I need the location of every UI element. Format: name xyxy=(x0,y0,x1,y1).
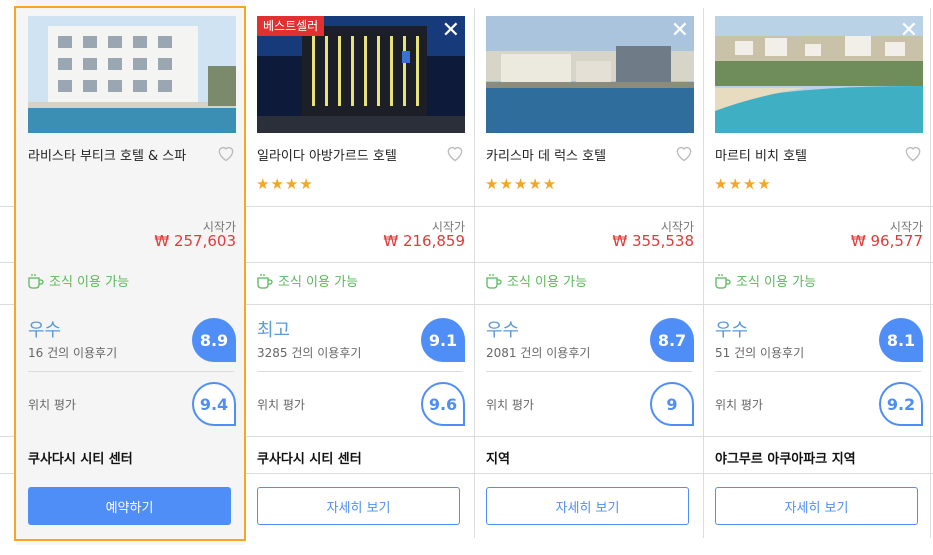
close-icon[interactable]: ✕ xyxy=(671,19,689,43)
hotel-card[interactable]: 라비스타 부티크 호텔 & 스파 시작가 ₩ 257,603 조식 이용 가능 … xyxy=(16,0,245,545)
heart-icon[interactable] xyxy=(903,143,923,163)
review-score-badge: 8.7 xyxy=(650,318,694,362)
column-divider xyxy=(474,8,475,538)
rating-label: 우수 xyxy=(28,320,62,341)
divider xyxy=(28,371,234,372)
column-divider xyxy=(930,8,931,538)
review-score-badge: 8.1 xyxy=(879,318,923,362)
breakfast-info: 조식 이용 가능 xyxy=(27,271,129,290)
close-icon[interactable]: ✕ xyxy=(900,19,918,43)
review-score-badge: 8.9 xyxy=(192,318,236,362)
star-rating: ★★★★★ xyxy=(485,175,558,193)
divider xyxy=(486,371,692,372)
star-rating: ★★★★ xyxy=(256,175,314,193)
breakfast-info: 조식 이용 가능 xyxy=(714,271,816,290)
review-count[interactable]: 2081 건의 이용후기 xyxy=(486,344,590,361)
heart-icon[interactable] xyxy=(674,143,694,163)
price: ₩ 355,538 xyxy=(612,232,694,250)
breakfast-info: 조식 이용 가능 xyxy=(485,271,587,290)
breakfast-info: 조식 이용 가능 xyxy=(256,271,358,290)
rating-label: 우수 xyxy=(715,320,749,341)
close-icon[interactable]: ✕ xyxy=(442,19,460,43)
hotel-photo[interactable]: ✕ xyxy=(486,16,694,133)
view-details-button[interactable]: 자세히 보기 xyxy=(486,487,689,525)
coffee-cup-icon xyxy=(486,273,502,289)
review-count[interactable]: 3285 건의 이용후기 xyxy=(257,344,361,361)
star-rating: ★★★★ xyxy=(714,175,772,193)
hotel-area: 지역 xyxy=(486,452,510,467)
hotel-card[interactable]: 베스트셀러 ✕ 일라이다 아방가르드 호텔 ★★★★ 시작가 ₩ 216,859… xyxy=(245,0,474,545)
hotel-name[interactable]: 라비스타 부티크 호텔 & 스파 xyxy=(28,145,208,164)
heart-icon[interactable] xyxy=(445,143,465,163)
review-score-badge: 9.1 xyxy=(421,318,465,362)
price: ₩ 96,577 xyxy=(850,232,923,250)
book-button[interactable]: 예약하기 xyxy=(28,487,231,525)
hotel-card[interactable]: ✕ 마르티 비치 호텔 ★★★★ 시작가 ₩ 96,577 조식 이용 가능 우… xyxy=(703,0,932,545)
heart-icon[interactable] xyxy=(216,143,236,163)
hotel-area: 쿠사다시 시티 센터 xyxy=(257,452,362,467)
hotel-photo[interactable] xyxy=(28,16,236,133)
location-rating-label: 위치 평가 xyxy=(28,398,76,412)
location-score-badge: 9.2 xyxy=(879,382,923,426)
coffee-cup-icon xyxy=(28,273,44,289)
review-count[interactable]: 16 건의 이용후기 xyxy=(28,344,117,361)
hotel-card[interactable]: ✕ 카리스마 데 럭스 호텔 ★★★★★ 시작가 ₩ 355,538 조식 이용… xyxy=(474,0,703,545)
price: ₩ 257,603 xyxy=(154,232,236,250)
view-details-button[interactable]: 자세히 보기 xyxy=(715,487,918,525)
breakfast-label: 조식 이용 가능 xyxy=(507,275,588,290)
divider xyxy=(715,371,921,372)
rating-label: 우수 xyxy=(486,320,520,341)
hotel-photo[interactable]: ✕ xyxy=(715,16,923,133)
hotel-name[interactable]: 카리스마 데 럭스 호텔 xyxy=(486,145,666,164)
bestseller-badge: 베스트셀러 xyxy=(257,16,325,36)
location-score-badge: 9.6 xyxy=(421,382,465,426)
divider xyxy=(257,371,463,372)
hotel-photo[interactable]: 베스트셀러 ✕ xyxy=(257,16,465,133)
location-score-badge: 9.4 xyxy=(192,382,236,426)
column-divider xyxy=(703,8,704,538)
view-details-button[interactable]: 자세히 보기 xyxy=(257,487,460,525)
review-count[interactable]: 51 건의 이용후기 xyxy=(715,344,804,361)
breakfast-label: 조식 이용 가능 xyxy=(736,275,817,290)
coffee-cup-icon xyxy=(715,273,731,289)
price: ₩ 216,859 xyxy=(383,232,465,250)
rating-label: 최고 xyxy=(257,320,291,341)
coffee-cup-icon xyxy=(257,273,273,289)
location-rating-label: 위치 평가 xyxy=(486,398,534,412)
breakfast-label: 조식 이용 가능 xyxy=(49,275,130,290)
hotel-name[interactable]: 일라이다 아방가르드 호텔 xyxy=(257,145,437,164)
location-rating-label: 위치 평가 xyxy=(715,398,763,412)
hotel-area: 야그무르 아쿠아파크 지역 xyxy=(715,452,856,467)
hotel-area: 쿠사다시 시티 센터 xyxy=(28,452,133,467)
hotel-name[interactable]: 마르티 비치 호텔 xyxy=(715,145,895,164)
location-rating-label: 위치 평가 xyxy=(257,398,305,412)
breakfast-label: 조식 이용 가능 xyxy=(278,275,359,290)
location-score-badge: 9 xyxy=(650,382,694,426)
